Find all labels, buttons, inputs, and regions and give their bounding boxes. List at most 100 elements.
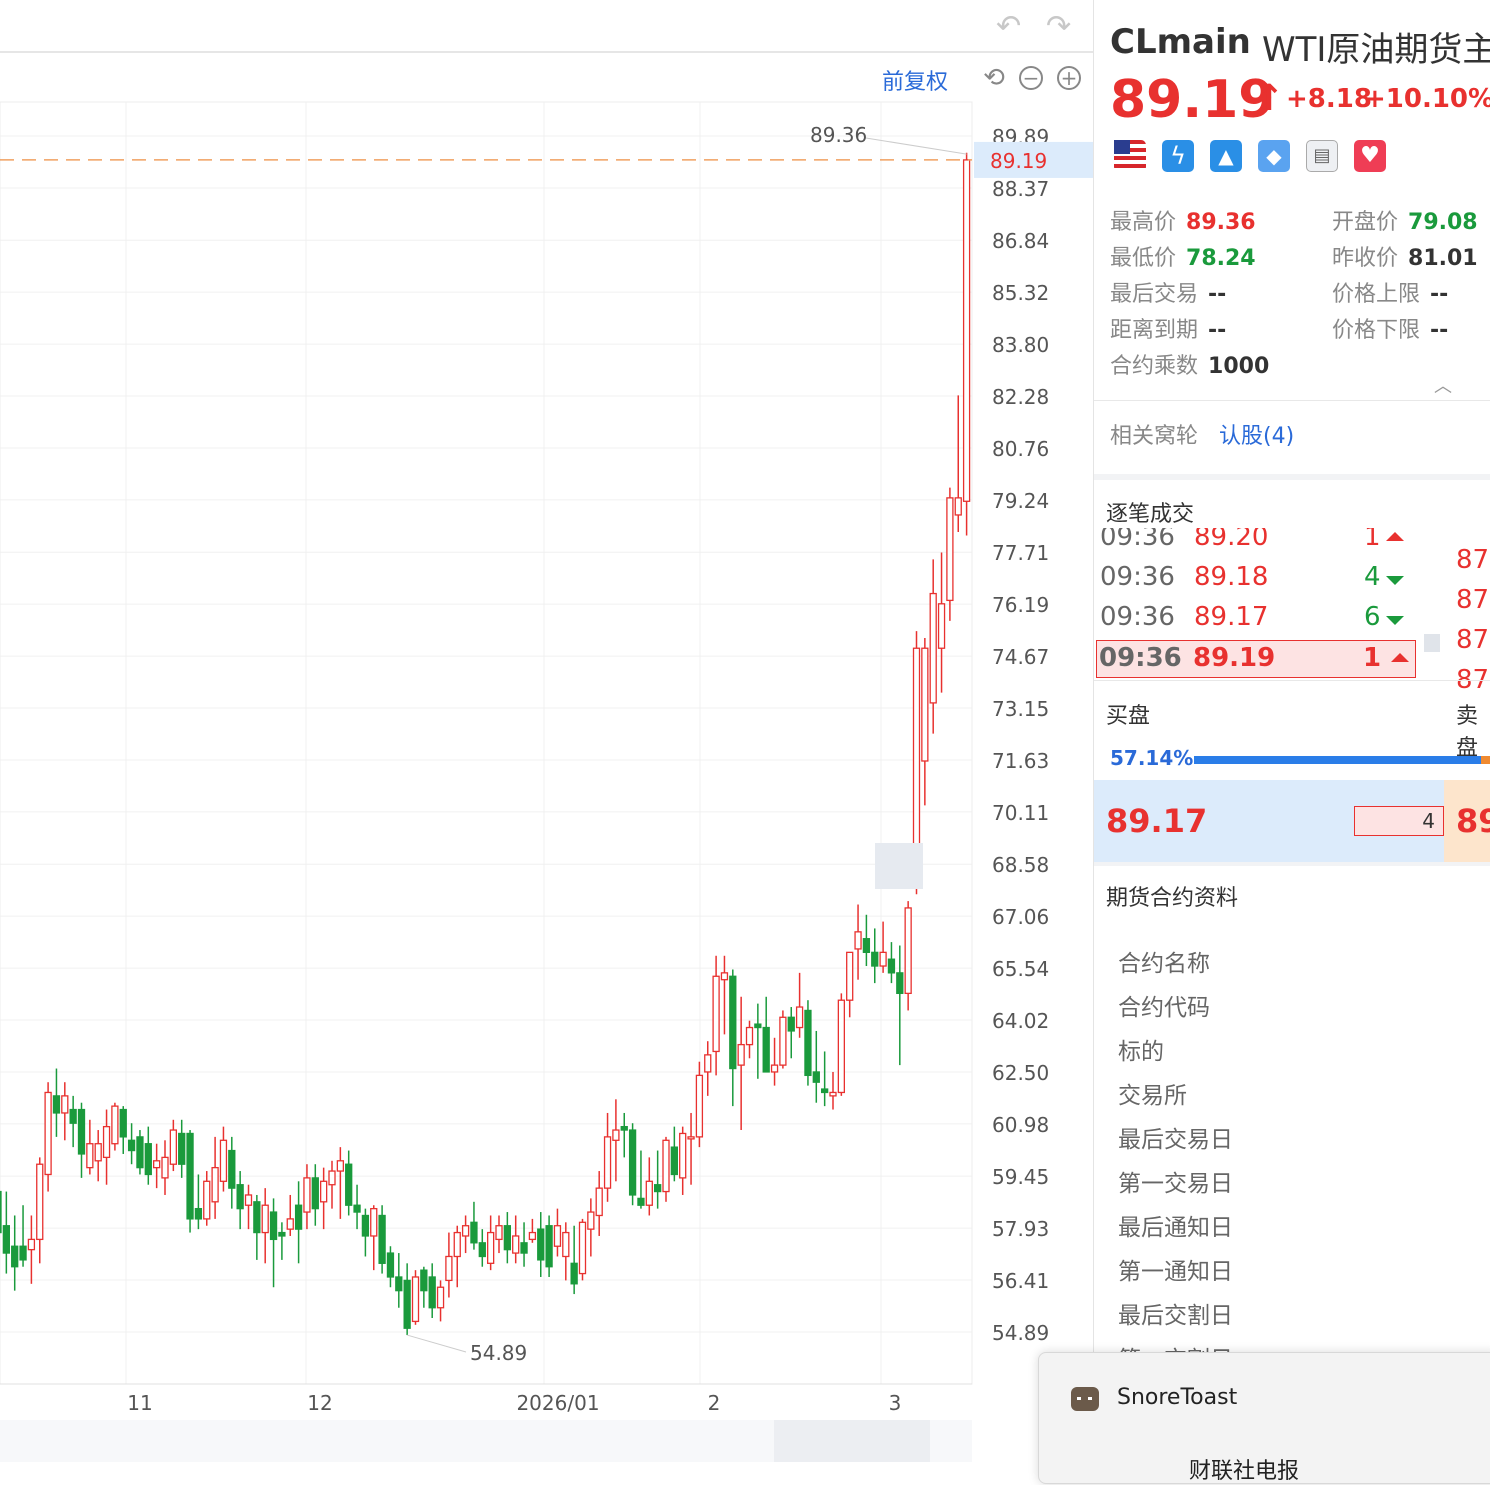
heart-icon[interactable]: ♥ (1354, 140, 1386, 172)
kline-chart[interactable]: 89.8988.3786.8485.3283.8082.2880.7679.24… (0, 0, 1093, 1462)
buy-label: 买盘 (1106, 704, 1151, 729)
tick-down-icon (1386, 576, 1404, 585)
candle-up (962, 159, 971, 502)
up-arrow-icon: ↑ (1254, 78, 1285, 119)
contract-item: 最后交割日 (1118, 1303, 1233, 1329)
scroll-thumb[interactable] (1424, 634, 1440, 652)
collapse-chevron-icon[interactable]: ︿ (1434, 372, 1452, 398)
candle-up (370, 1207, 378, 1237)
reset-icon[interactable]: ⟲ (982, 65, 1006, 91)
lightning-icon[interactable]: ϟ (1162, 140, 1194, 172)
candle-up (86, 1143, 94, 1169)
candle-up (946, 497, 954, 602)
candle-down (620, 1125, 628, 1131)
candle-up (687, 1136, 695, 1140)
candle-down (69, 1108, 77, 1124)
zoom-out-icon[interactable]: − (1019, 66, 1043, 90)
y-tick-label: 76.19 (992, 593, 1049, 617)
redo-arrow-icon[interactable]: ↷ (1046, 12, 1071, 42)
candle-down (253, 1201, 261, 1234)
plot-frame (0, 101, 973, 1385)
candle-up (587, 1211, 595, 1230)
fuquan-toggle[interactable]: 前复权 (882, 64, 948, 96)
candle-up (846, 951, 854, 1001)
last-price: 89.19 (1110, 70, 1275, 130)
contract-item: 最后通知日 (1118, 1215, 1233, 1241)
contract-item: 交易所 (1118, 1083, 1187, 1109)
candle-down (186, 1132, 194, 1220)
candle-down (420, 1269, 428, 1292)
candle-up (461, 1225, 470, 1237)
contract-title: 期货合约资料 (1106, 886, 1239, 911)
candle-up (854, 931, 862, 950)
candle-down (520, 1242, 528, 1254)
tiers-icon[interactable]: ▲ (1210, 140, 1242, 172)
tick-list[interactable]: 09:36 89.20 1 09:36 89.18 4 09:36 89.17 … (1094, 528, 1424, 680)
candle-up (595, 1187, 603, 1217)
x-tick-label: 12 (307, 1391, 332, 1415)
candle-up (737, 1043, 745, 1066)
candle-up (921, 647, 929, 762)
candle-down (570, 1262, 578, 1285)
candle-up (562, 1231, 570, 1258)
candle-up (36, 1163, 44, 1241)
warrants-link[interactable]: 认股(4) (1219, 424, 1294, 449)
candle-up (486, 1231, 495, 1264)
y-tick-label: 56.41 (992, 1269, 1049, 1293)
bid-price: 89.17 (1106, 802, 1208, 840)
current-price-tag: 89.19 (990, 149, 1047, 173)
note-icon[interactable]: ▤ (1306, 140, 1338, 172)
warrants-row: 相关窝轮 认股(4) (1110, 424, 1295, 449)
candle-down (762, 1026, 770, 1073)
y-tick-label: 80.76 (992, 437, 1049, 461)
candle-up (612, 1129, 620, 1141)
stat-expiry: 距离到期 -- (1110, 318, 1227, 343)
high-annotation-label: 89.36 (810, 123, 867, 147)
low-annotation-line (407, 1334, 467, 1353)
y-tick-label: 64.02 (992, 1009, 1049, 1033)
candle-down (395, 1276, 403, 1292)
y-tick-label: 77.71 (992, 541, 1049, 565)
y-tick-label: 59.45 (992, 1165, 1049, 1189)
y-tick-label: 54.89 (992, 1321, 1049, 1345)
contract-item: 合约名称 (1118, 951, 1210, 977)
candle-up (286, 1218, 294, 1230)
candle-up (161, 1156, 169, 1179)
y-tick-label: 70.11 (992, 801, 1049, 825)
candle-up (219, 1139, 228, 1182)
candle-down (119, 1108, 127, 1138)
x-tick-label: 2 (708, 1391, 721, 1415)
candle-down (754, 1023, 762, 1029)
candle-up (929, 592, 937, 704)
toast-notification[interactable]: SnoreToast 财联社电报 (1038, 1352, 1490, 1484)
stat-last-trade: 最后交易 -- (1110, 282, 1227, 307)
tick-title: 逐笔成交 (1106, 502, 1195, 527)
kline-chart-area[interactable]: 89.89 88.37 86.84 85.32 83.80 82.28 80.76 79.24… (0, 0, 1093, 1462)
candle-up (712, 975, 720, 1053)
y-tick-label: 67.06 (992, 905, 1049, 929)
candle-up (319, 1180, 328, 1203)
y-tick-label: 73.15 (992, 697, 1049, 721)
zoom-in-icon[interactable]: + (1057, 66, 1081, 90)
buy-ratio-bar (1194, 756, 1490, 764)
candle-up (704, 1054, 712, 1073)
candle-up (770, 1064, 779, 1073)
candle-up (336, 1160, 345, 1172)
tag-icon[interactable]: ◆ (1258, 140, 1290, 172)
candle-down (2, 1225, 10, 1254)
undo-arrow-icon[interactable]: ↶ (996, 12, 1021, 42)
us-flag-icon[interactable] (1114, 140, 1146, 172)
buy-percent: 57.14% (1110, 746, 1194, 770)
candle-down (787, 1016, 795, 1032)
candle-down (537, 1228, 545, 1261)
y-tick-label: 68.58 (992, 853, 1049, 877)
candle-up (528, 1231, 537, 1241)
candle-up (795, 1006, 804, 1029)
candle-up (44, 1091, 52, 1176)
candle-down (812, 1071, 820, 1083)
candle-up (578, 1221, 587, 1275)
candle-up (445, 1255, 453, 1282)
toast-app-name: SnoreToast (1117, 1385, 1238, 1410)
candle-up (937, 603, 946, 649)
candle-up (203, 1180, 211, 1220)
